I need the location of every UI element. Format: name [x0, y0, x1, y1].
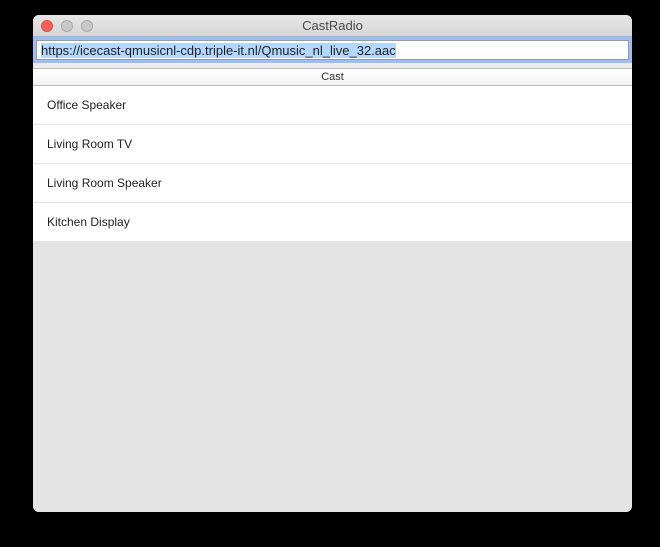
cast-column-header[interactable]: Cast	[33, 68, 632, 86]
url-input[interactable]	[36, 40, 629, 60]
device-name: Living Room Speaker	[47, 176, 162, 190]
toolbar	[33, 37, 632, 60]
device-name: Living Room TV	[47, 137, 132, 151]
minimize-icon[interactable]	[61, 20, 73, 32]
window-title: CastRadio	[33, 18, 632, 33]
list-item[interactable]: Living Room TV	[33, 125, 632, 164]
app-window: CastRadio Cast Office Speaker Living Roo…	[33, 15, 632, 512]
device-name: Kitchen Display	[47, 215, 130, 229]
list-item[interactable]: Living Room Speaker	[33, 164, 632, 203]
device-name: Office Speaker	[47, 98, 126, 112]
list-item[interactable]: Office Speaker	[33, 86, 632, 125]
list-item[interactable]: Kitchen Display	[33, 203, 632, 242]
maximize-icon[interactable]	[81, 20, 93, 32]
titlebar: CastRadio	[33, 15, 632, 37]
traffic-lights	[33, 20, 93, 32]
device-list[interactable]: Office Speaker Living Room TV Living Roo…	[33, 86, 632, 512]
close-icon[interactable]	[41, 20, 53, 32]
